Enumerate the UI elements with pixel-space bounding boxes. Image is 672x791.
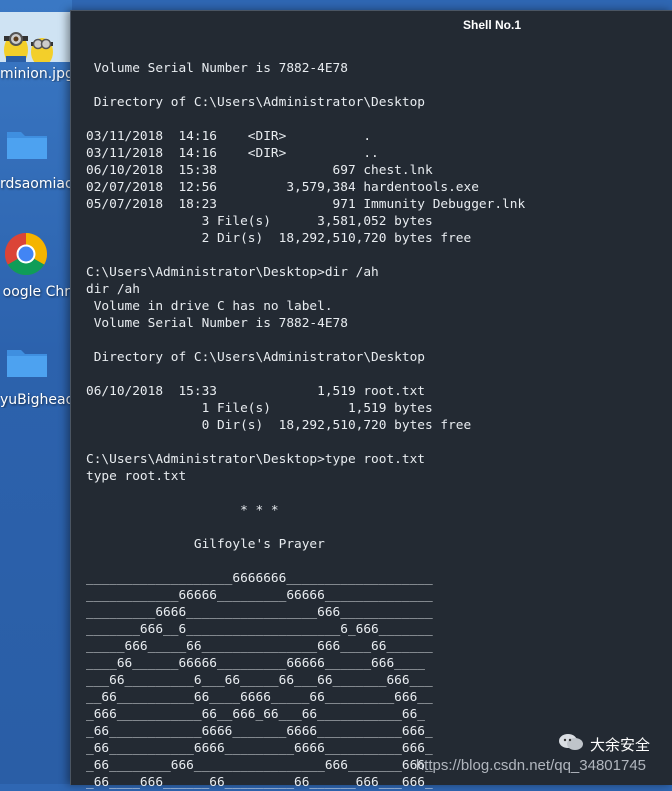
terminal-line: __66__________66____6666_____66_________… <box>86 690 433 705</box>
desktop-icon-label[interactable]: oogle Chr <box>0 284 70 300</box>
terminal-line: dir /ah <box>86 282 140 297</box>
desktop-icon-label[interactable]: minion.jpg <box>0 66 70 82</box>
watermark-brand: 大余安全 <box>558 732 650 756</box>
terminal-line: Directory of C:\Users\Administrator\Desk… <box>86 350 425 365</box>
terminal-line: _________6666_________________666_______… <box>86 605 433 620</box>
desktop: minion.jpg rdsaomiao oogle Chr yuBighead <box>0 0 72 784</box>
desktop-icon-label[interactable]: rdsaomiao <box>0 176 70 192</box>
folder-icon[interactable] <box>6 128 48 160</box>
terminal-line: ___________________6666666______________… <box>86 571 433 586</box>
terminal-window[interactable]: Shell No.1 Volume Serial Number is 7882-… <box>70 10 672 790</box>
terminal-line: _66____666______66_________66______666__… <box>86 775 433 790</box>
window-titlebar[interactable]: Shell No.1 <box>71 11 672 39</box>
terminal-line: Gilfoyle's Prayer <box>86 537 325 552</box>
terminal-line: _____666_____66_______________666____66_… <box>86 639 433 654</box>
desktop-icon-label[interactable]: yuBighead <box>0 392 70 408</box>
terminal-line: 02/07/2018 12:56 3,579,384 hardentools.e… <box>86 180 479 195</box>
terminal-line: ____66______66666_________66666______666… <box>86 656 425 671</box>
chrome-icon[interactable] <box>4 232 48 276</box>
image-thumbnail-icon[interactable] <box>0 12 70 62</box>
terminal-line: 1 File(s) 1,519 bytes <box>86 401 433 416</box>
terminal-line: ___66_________6___66_____66___66_______6… <box>86 673 433 688</box>
terminal-line: Volume Serial Number is 7882-4E78 <box>86 61 348 76</box>
terminal-line: 2 Dir(s) 18,292,510,720 bytes free <box>86 231 472 246</box>
terminal-line: 06/10/2018 15:33 1,519 root.txt <box>86 384 425 399</box>
terminal-line: Volume Serial Number is 7882-4E78 <box>86 316 348 331</box>
terminal-line: ____________66666_________66666_________… <box>86 588 433 603</box>
folder-icon[interactable] <box>6 346 48 378</box>
terminal-line: _______666__6____________________6_666__… <box>86 622 433 637</box>
wechat-icon <box>558 732 584 756</box>
terminal-line: 3 File(s) 3,581,052 bytes <box>86 214 433 229</box>
watermark-url: https://blog.csdn.net/qq_34801745 <box>415 757 646 774</box>
terminal-line: type root.txt <box>86 469 187 484</box>
terminal-line: 05/07/2018 18:23 971 Immunity Debugger.l… <box>86 197 526 212</box>
terminal-line: _666___________66__666_66___66__________… <box>86 707 425 722</box>
terminal-line: 03/11/2018 14:16 <DIR> . <box>86 129 372 144</box>
terminal-line: 03/11/2018 14:16 <DIR> .. <box>86 146 379 161</box>
terminal-line: Volume in drive C has no label. <box>86 299 333 314</box>
watermark-brand-label: 大余安全 <box>589 735 650 754</box>
window-title: Shell No.1 <box>462 18 521 32</box>
terminal-line: 0 Dir(s) 18,292,510,720 bytes free <box>86 418 472 433</box>
terminal-line: 06/10/2018 15:38 697 chest.lnk <box>86 163 433 178</box>
terminal-line: C:\Users\Administrator\Desktop>dir /ah <box>86 265 379 280</box>
terminal-line: Directory of C:\Users\Administrator\Desk… <box>86 95 425 110</box>
terminal-output[interactable]: Volume Serial Number is 7882-4E78 Direct… <box>86 43 672 791</box>
terminal-line: * * * <box>86 503 279 518</box>
terminal-line: C:\Users\Administrator\Desktop>type root… <box>86 452 425 467</box>
